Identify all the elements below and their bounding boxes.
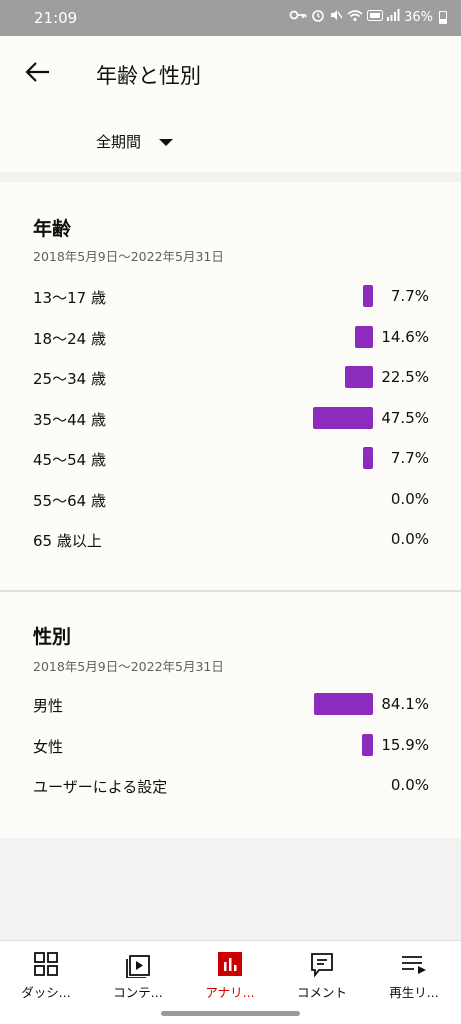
age-row-bar xyxy=(355,325,373,348)
age-row-value: 7.7% xyxy=(390,449,429,467)
nav-analytics[interactable]: アナリ... xyxy=(184,941,276,1007)
nav-content[interactable]: コンテ... xyxy=(92,941,184,1007)
playlist-icon xyxy=(402,956,426,974)
content-icon xyxy=(126,955,150,978)
age-row-value: 0.0% xyxy=(390,489,429,508)
gender-card: 性別 2018年5月9日～2022年5月31日 男性 84.1% 女性 15.9% ユー… xyxy=(0,592,461,838)
volte-icon xyxy=(367,9,384,25)
nav-content-label: コンテ... xyxy=(113,985,163,1000)
dashboard-icon xyxy=(34,952,58,976)
nav-playlists[interactable]: 再生リ... xyxy=(368,941,460,1007)
age-section-title: 年齢 xyxy=(33,218,72,240)
age-row: 25～34 歳 22.5% xyxy=(0,364,461,394)
nav-dashboard[interactable]: ダッシ... xyxy=(0,941,92,1007)
gender-row-value: 0.0% xyxy=(390,776,429,794)
age-row-label: 55～64 歳 xyxy=(33,491,106,510)
page-title: 年齢と性別 xyxy=(96,64,201,88)
gender-row-label: 女性 xyxy=(33,737,64,756)
gesture-area xyxy=(0,1006,461,1024)
age-row-bar xyxy=(363,285,373,307)
age-row-value: 7.7% xyxy=(390,287,429,305)
gender-row-bar xyxy=(314,693,373,715)
analytics-icon xyxy=(218,952,242,976)
age-row: 18～24 歳 14.6% xyxy=(0,324,461,354)
vpn-key-icon xyxy=(289,9,307,25)
app-header: 年齢と性別 全期間 xyxy=(0,36,461,172)
age-row: 35～44 歳 47.5% xyxy=(0,405,461,435)
gender-row: 女性 15.9% xyxy=(0,732,461,762)
age-row: 45～54 歳 7.7% xyxy=(0,445,461,475)
status-time: 21:09 xyxy=(34,9,78,27)
age-row-value: 0.0% xyxy=(390,530,429,548)
alarm-icon xyxy=(311,8,325,26)
gender-row-label: ユーザーによる設定 xyxy=(33,778,168,796)
back-button[interactable] xyxy=(22,56,54,88)
nav-comments[interactable]: コメント xyxy=(276,941,368,1007)
age-card: 年齢 2018年5月9日～2022年5月31日 13～17 歳 7.7% 18～24… xyxy=(0,182,461,590)
battery-icon xyxy=(439,10,447,24)
arrow-left-icon xyxy=(25,62,49,82)
age-row-bar xyxy=(363,447,373,469)
caret-down-icon xyxy=(159,139,174,146)
mute-icon xyxy=(329,8,343,26)
age-row: 65 歳以上 0.0% xyxy=(0,526,461,556)
signal-icon xyxy=(387,9,400,25)
home-gesture-bar[interactable] xyxy=(161,1011,300,1016)
gender-row-value: 15.9% xyxy=(381,735,429,754)
age-row-bar xyxy=(345,366,373,388)
age-row: 55～64 歳 0.0% xyxy=(0,486,461,516)
age-date-range: 2018年5月9日～2022年5月31日 xyxy=(33,249,224,264)
status-icons: 36% xyxy=(289,8,447,26)
nav-analytics-label: アナリ... xyxy=(205,985,255,1000)
age-row-label: 65 歳以上 xyxy=(33,532,102,550)
period-label: 全期間 xyxy=(96,133,142,151)
age-row-value: 14.6% xyxy=(381,327,429,346)
age-row-label: 45～54 歳 xyxy=(33,451,106,469)
gender-row-value: 84.1% xyxy=(381,695,429,713)
age-row-value: 22.5% xyxy=(381,368,429,386)
age-row-label: 18～24 歳 xyxy=(33,329,106,348)
comment-icon xyxy=(311,953,333,978)
age-row-value: 47.5% xyxy=(381,408,429,427)
gender-row: ユーザーによる設定 0.0% xyxy=(0,772,461,802)
nav-dashboard-label: ダッシ... xyxy=(21,985,71,1000)
nav-comments-label: コメント xyxy=(296,985,347,1000)
gender-date-range: 2018年5月9日～2022年5月31日 xyxy=(33,659,224,674)
age-row: 13～17 歳 7.7% xyxy=(0,283,461,313)
bottom-navigation: ダッシ... コンテ... アナリ... コメント 再生リ... xyxy=(0,940,461,1006)
gender-row: 男性 84.1% xyxy=(0,691,461,721)
age-row-label: 35～44 歳 xyxy=(33,410,106,429)
battery-percent: 36% xyxy=(404,9,433,25)
gender-section-title: 性別 xyxy=(33,626,72,648)
age-row-label: 13～17 歳 xyxy=(33,289,106,307)
nav-playlists-label: 再生リ... xyxy=(389,985,439,1000)
age-row-bar xyxy=(313,406,373,429)
wifi-icon xyxy=(347,9,363,26)
gender-row-bar xyxy=(362,733,373,756)
age-row-label: 25～34 歳 xyxy=(33,370,106,388)
status-bar: 21:09 36% xyxy=(0,0,461,36)
period-dropdown[interactable]: 全期間 xyxy=(96,131,174,152)
gender-row-label: 男性 xyxy=(33,697,64,715)
